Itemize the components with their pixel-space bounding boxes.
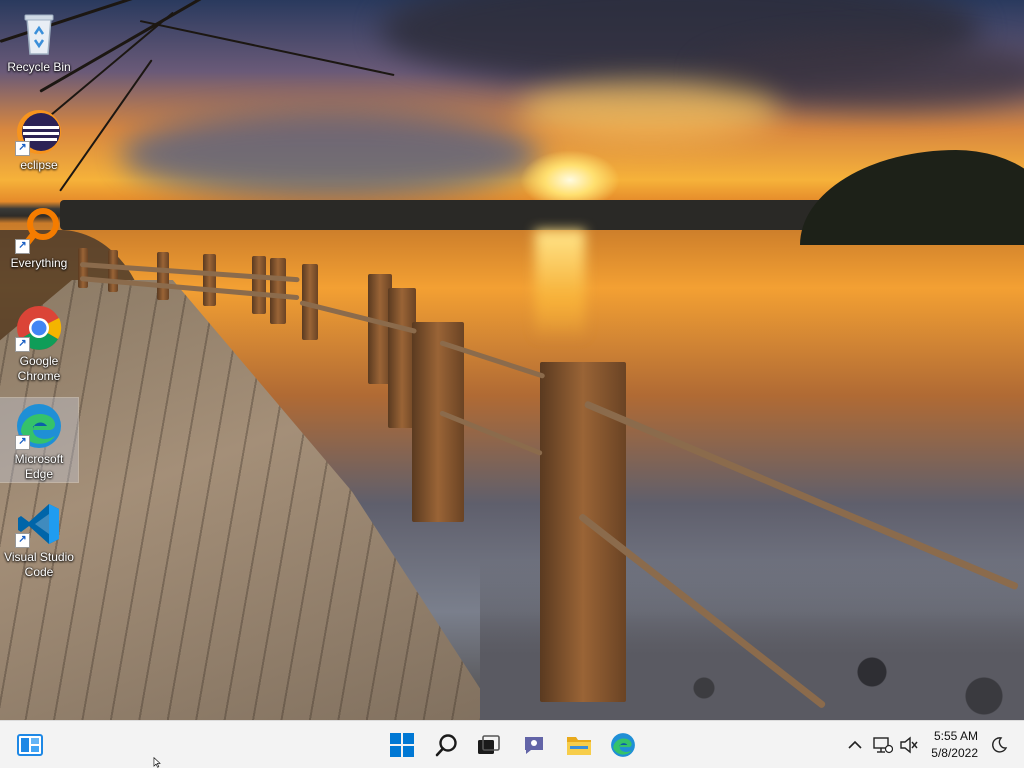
eclipse-icon: ↗ [15,108,63,156]
start-button[interactable] [386,729,418,761]
desktop-icon-edge[interactable]: ↗ Microsoft Edge [0,397,79,483]
file-explorer-icon [567,737,591,755]
mouse-cursor-icon [153,757,161,768]
vscode-icon: ↗ [15,500,63,548]
shortcut-arrow-icon: ↗ [15,533,30,548]
shortcut-arrow-icon: ↗ [15,337,30,352]
chevron-up-icon [848,740,862,749]
shortcut-arrow-icon: ↗ [15,141,30,156]
volume-button[interactable] [898,734,920,756]
clock-date: 5/8/2022 [931,746,978,760]
edge-icon [611,733,635,757]
clock-button[interactable]: 5:55 AM 5/8/2022 [931,728,978,762]
show-hidden-icons-button[interactable] [844,734,866,756]
desktop-wallpaper [0,0,1024,720]
task-view-button[interactable] [473,729,505,761]
search-button[interactable] [431,729,463,761]
widgets-icon [17,734,43,756]
everything-search-icon: ↗ [15,206,63,254]
desktop-icon-everything[interactable]: ↗ Everything [0,202,78,274]
desktop-icon-label: Microsoft Edge [14,452,64,481]
search-icon [435,734,457,757]
teams-chat-button[interactable] [518,729,550,761]
desktop-icon-label: eclipse [20,158,58,172]
desktop-icon-label: Visual Studio Code [4,550,74,579]
notifications-button[interactable] [988,734,1010,756]
desktop-icon-label: Recycle Bin [7,60,71,74]
widgets-button[interactable] [14,729,46,761]
desktop-icon-vscode[interactable]: ↗ Visual Studio Code [0,496,78,582]
chrome-icon: ↗ [15,304,63,352]
edge-icon: ↗ [15,402,63,450]
desktop-icon-eclipse[interactable]: ↗ eclipse [0,104,78,176]
clock-time: 5:55 AM [933,729,978,743]
shortcut-arrow-icon: ↗ [15,239,30,254]
desktop-icon-recycle-bin[interactable]: Recycle Bin [0,6,78,78]
edge-taskbar-button[interactable] [607,729,639,761]
teams-chat-icon [525,737,543,754]
desktop-icon-chrome[interactable]: ↗ Google Chrome [0,300,78,386]
desktop-icon-label: Google Chrome [17,354,61,383]
shortcut-arrow-icon: ↗ [15,435,30,450]
notification-moon-icon [992,737,1008,753]
task-view-icon [478,735,500,754]
recycle-bin-icon [15,10,63,58]
network-status-button[interactable] [872,734,894,756]
desktop-icon-label: Everything [10,256,68,270]
file-explorer-button[interactable] [563,729,595,761]
volume-muted-icon [900,736,918,754]
windows-start-icon [390,733,414,757]
network-icon [873,737,893,754]
